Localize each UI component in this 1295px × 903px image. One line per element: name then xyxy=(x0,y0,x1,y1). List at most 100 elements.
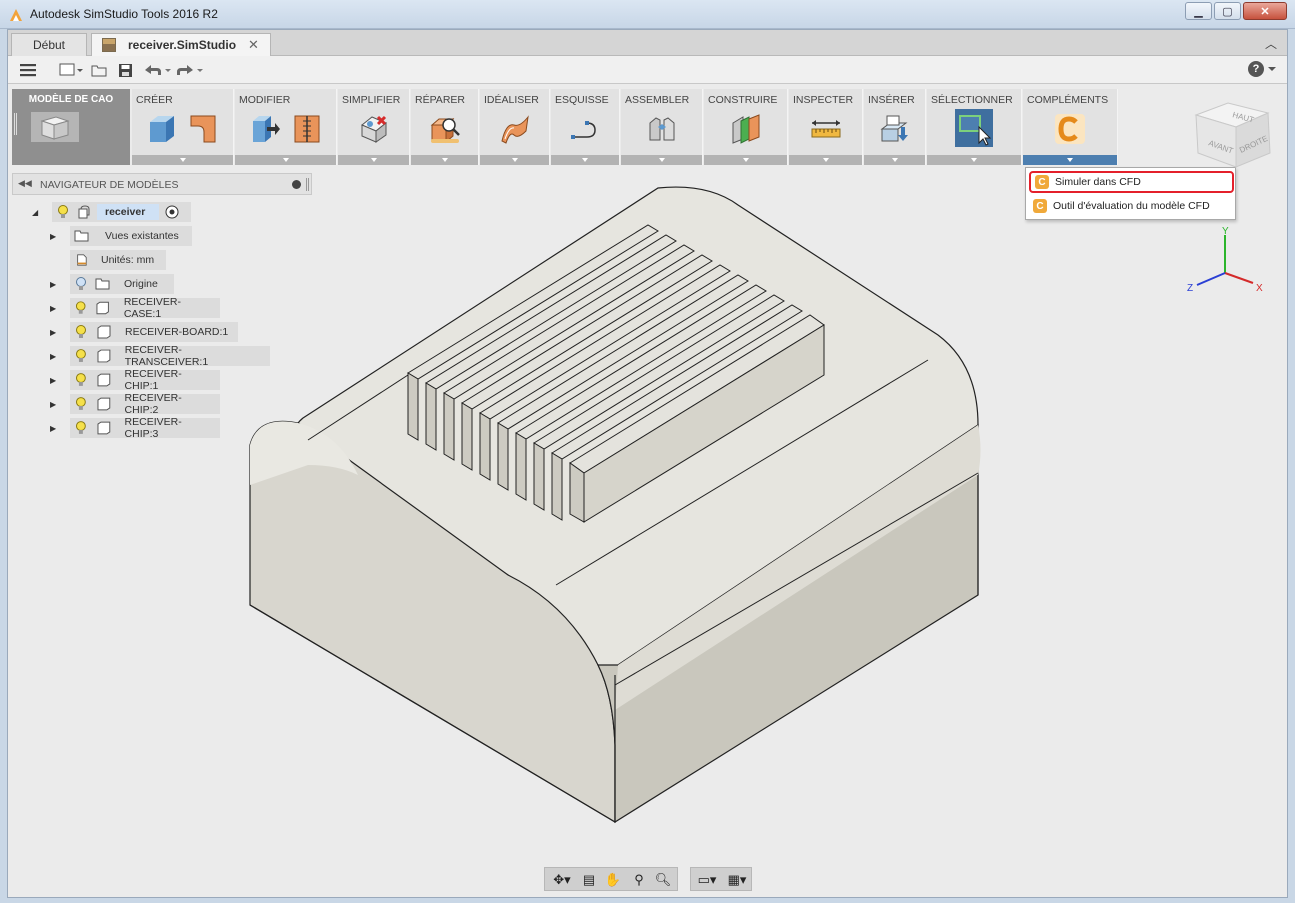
app-logo-icon xyxy=(10,9,22,21)
sketch-curve-icon[interactable] xyxy=(569,113,601,145)
ribbon-group-label: SIMPLIFIER xyxy=(342,94,401,106)
tree-collapsed-icon[interactable]: ▶ xyxy=(50,280,56,289)
zoom-window-icon[interactable]: 🔍︎ xyxy=(653,870,673,890)
ribbon-group-dropdown[interactable] xyxy=(621,155,702,165)
grid-icon[interactable]: ▦▾ xyxy=(723,870,751,890)
maximize-button[interactable]: ▢ xyxy=(1214,2,1241,20)
visibility-bulb-icon[interactable] xyxy=(57,205,69,219)
split-body-icon[interactable] xyxy=(291,113,323,145)
ribbon-group-dropdown[interactable] xyxy=(132,155,233,165)
tree-collapsed-icon[interactable]: ▶ xyxy=(50,232,56,241)
component-icon xyxy=(97,421,111,435)
visibility-bulb-icon[interactable] xyxy=(75,277,87,291)
close-button[interactable]: ✕ xyxy=(1243,2,1287,20)
ribbon-group-dropdown[interactable] xyxy=(480,155,549,165)
tree-collapsed-icon[interactable]: ▶ xyxy=(50,376,56,385)
display-mode-icon[interactable]: ▭▾ xyxy=(693,870,721,890)
measure-icon[interactable] xyxy=(810,113,842,145)
ribbon-group-creer[interactable]: CRÉER xyxy=(132,89,234,165)
visibility-bulb-icon[interactable] xyxy=(75,325,87,339)
tree-collapsed-icon[interactable]: ▶ xyxy=(50,328,56,337)
help-button[interactable]: ? xyxy=(1248,61,1277,77)
visibility-bulb-icon[interactable] xyxy=(75,349,87,363)
ribbon-group-dropdown[interactable] xyxy=(864,155,925,165)
tree-node-label: Origine xyxy=(124,278,158,290)
visibility-bulb-icon[interactable] xyxy=(75,301,86,315)
ribbon-group-label: IDÉALISER xyxy=(484,94,539,106)
ribbon-group-assembler[interactable]: ASSEMBLER xyxy=(621,89,703,165)
ribbon-group-idealiser[interactable]: IDÉALISER xyxy=(480,89,550,165)
insert-icon[interactable] xyxy=(879,113,911,145)
joint-icon[interactable] xyxy=(646,113,678,145)
repair-icon[interactable] xyxy=(429,113,461,145)
sketch-shape-icon[interactable] xyxy=(188,113,220,145)
ribbon-group-construire[interactable]: CONSTRUIRE xyxy=(704,89,788,165)
ribbon-group-dropdown[interactable] xyxy=(789,155,862,165)
ribbon-group-label: INSPECTER xyxy=(793,94,854,106)
ribbon-group-label: RÉPARER xyxy=(415,94,465,106)
tab-home[interactable]: Début xyxy=(11,33,87,56)
tree-collapsed-icon[interactable]: ▶ xyxy=(50,304,56,313)
ribbon-group-inserer[interactable]: INSÉRER xyxy=(864,89,926,165)
ribbon-group-complements[interactable]: COMPLÉMENTS xyxy=(1023,89,1118,165)
window-title: Autodesk SimStudio Tools 2016 R2 xyxy=(30,7,218,21)
undo-icon[interactable] xyxy=(142,61,172,79)
ribbon-group-dropdown[interactable] xyxy=(551,155,619,165)
workspace-switcher[interactable]: MODÈLE DE CAO xyxy=(12,89,130,165)
tree-node-label: RECEIVER-CASE:1 xyxy=(123,296,181,320)
remove-features-icon[interactable] xyxy=(358,113,390,145)
hamburger-icon[interactable] xyxy=(18,61,38,79)
pan-icon[interactable]: ✋ xyxy=(603,870,623,890)
tree-node-label: RECEIVER-BOARD:1 xyxy=(125,326,229,338)
tab-receiver-document[interactable]: receiver.SimStudio ✕ xyxy=(91,33,271,56)
ribbon-group-reparer[interactable]: RÉPARER xyxy=(411,89,479,165)
ribbon-group-dropdown[interactable] xyxy=(1023,155,1117,165)
box-icon[interactable] xyxy=(146,113,178,145)
axis-triad: Y X Z xyxy=(1187,226,1263,294)
ribbon-group-dropdown[interactable] xyxy=(704,155,787,165)
save-icon[interactable] xyxy=(116,61,134,79)
ribbon-group-esquisse[interactable]: ESQUISSE xyxy=(551,89,620,165)
visibility-bulb-icon[interactable] xyxy=(75,421,87,435)
component-icon xyxy=(97,349,111,363)
look-at-icon[interactable]: ▤ xyxy=(579,870,599,890)
collapse-browser-icon[interactable]: ◀◀ xyxy=(18,178,32,189)
ribbon-group-dropdown[interactable] xyxy=(927,155,1021,165)
new-file-icon[interactable] xyxy=(58,61,84,79)
nav-group-display: ▭▾ ▦▾ xyxy=(690,867,752,891)
tree-collapsed-icon[interactable]: ▶ xyxy=(50,400,56,409)
orbit-icon[interactable]: ✥▾ xyxy=(547,870,577,890)
tree-collapsed-icon[interactable]: ▶ xyxy=(50,352,56,361)
select-window-icon[interactable] xyxy=(955,109,993,147)
activate-radio-icon[interactable] xyxy=(165,205,179,219)
tree-root-label[interactable]: receiver xyxy=(97,204,160,220)
tree-expanded-icon[interactable]: ◢ xyxy=(32,208,38,217)
ribbon-grip[interactable] xyxy=(14,113,17,135)
tree-node-label: Unités: mm xyxy=(101,254,155,266)
ribbon-group-simplifier[interactable]: SIMPLIFIER xyxy=(338,89,410,165)
minimize-button[interactable]: ▁ xyxy=(1185,2,1212,20)
redo-icon[interactable] xyxy=(174,61,204,79)
ribbon-group-selectionner[interactable]: SÉLECTIONNER xyxy=(927,89,1022,165)
ribbon-group-inspecter[interactable]: INSPECTER xyxy=(789,89,863,165)
units-document-icon xyxy=(77,254,87,266)
window-controls: ▁ ▢ ✕ xyxy=(1183,2,1287,20)
ribbon-group-dropdown[interactable] xyxy=(235,155,336,165)
visibility-bulb-icon[interactable] xyxy=(75,397,87,411)
open-folder-icon[interactable] xyxy=(90,61,108,79)
ribbon-group-modifier[interactable]: MODIFIER xyxy=(235,89,337,165)
cfd-addin-icon[interactable] xyxy=(1054,113,1086,145)
push-pull-icon[interactable] xyxy=(249,113,281,145)
tree-collapsed-icon[interactable]: ▶ xyxy=(50,424,56,433)
collapse-chevron-icon[interactable]: ︿ xyxy=(1265,35,1277,52)
construct-plane-icon[interactable] xyxy=(730,113,762,145)
tab-close-icon[interactable]: ✕ xyxy=(248,37,259,53)
tree-row: Origine xyxy=(70,274,174,294)
idealize-icon[interactable] xyxy=(499,113,531,145)
zoom-icon[interactable]: ⚲ xyxy=(629,870,649,890)
receiver-3d-model[interactable] xyxy=(238,185,998,835)
ribbon-group-dropdown[interactable] xyxy=(411,155,478,165)
viewcube[interactable]: HAUT AVANT DROITE xyxy=(1188,95,1288,205)
ribbon-group-dropdown[interactable] xyxy=(338,155,409,165)
visibility-bulb-icon[interactable] xyxy=(75,373,87,387)
